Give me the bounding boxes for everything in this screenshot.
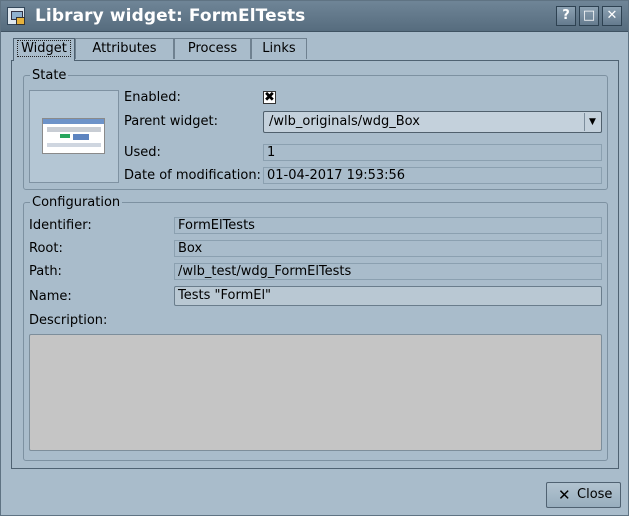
identifier-field: FormElTests xyxy=(174,217,602,234)
preview-bar xyxy=(47,127,101,132)
preview-header xyxy=(43,119,104,124)
close-window-button[interactable]: ✕ xyxy=(602,6,622,26)
parent-widget-label: Parent widget: xyxy=(124,114,218,129)
enabled-checkbox[interactable]: ✖ xyxy=(263,91,276,104)
root-label: Root: xyxy=(29,241,63,256)
path-field: /wlb_test/wdg_FormElTests xyxy=(174,263,602,280)
preview-blue-block xyxy=(73,134,89,140)
tab-widget-label: Widget xyxy=(17,40,71,57)
date-modification-field: 01-04-2017 19:53:56 xyxy=(263,167,602,184)
configuration-legend: Configuration xyxy=(32,195,121,210)
preview-image xyxy=(42,118,105,154)
window-app-icon xyxy=(7,7,25,25)
close-button-label: Close xyxy=(577,487,613,502)
date-modification-label: Date of modification: xyxy=(124,168,261,183)
name-label: Name: xyxy=(29,289,72,304)
tab-process[interactable]: Process xyxy=(174,38,251,59)
widget-preview-icon[interactable] xyxy=(29,90,119,183)
identifier-label: Identifier: xyxy=(29,218,92,233)
root-field: Box xyxy=(174,240,602,257)
help-button[interactable]: ? xyxy=(556,6,576,26)
library-widget-dialog: Library widget: FormElTests ? □ ✕ Widget… xyxy=(0,0,629,516)
enabled-label: Enabled: xyxy=(124,90,181,105)
preview-row xyxy=(47,143,101,147)
tab-attributes[interactable]: Attributes xyxy=(75,38,174,59)
description-textarea[interactable] xyxy=(29,334,602,451)
maximize-button[interactable]: □ xyxy=(579,6,599,26)
tab-widget[interactable]: Widget xyxy=(13,38,75,61)
title-bar[interactable]: Library widget: FormElTests ? □ ✕ xyxy=(1,1,628,32)
used-field: 1 xyxy=(263,144,602,161)
tab-links[interactable]: Links xyxy=(251,38,307,59)
preview-green-block xyxy=(60,134,70,138)
parent-widget-value: /wlb_originals/wdg_Box xyxy=(269,114,420,129)
close-button[interactable]: ✕ Close xyxy=(546,482,621,508)
chevron-down-icon[interactable]: ▼ xyxy=(584,113,600,131)
path-label: Path: xyxy=(29,264,62,279)
used-label: Used: xyxy=(124,145,161,160)
state-legend: State xyxy=(32,68,67,83)
window-title: Library widget: FormElTests xyxy=(35,6,306,26)
parent-widget-select[interactable]: /wlb_originals/wdg_Box ▼ xyxy=(263,111,602,133)
description-label: Description: xyxy=(29,313,108,328)
close-icon: ✕ xyxy=(558,486,571,504)
name-input[interactable]: Tests "FormEl" xyxy=(174,286,602,306)
